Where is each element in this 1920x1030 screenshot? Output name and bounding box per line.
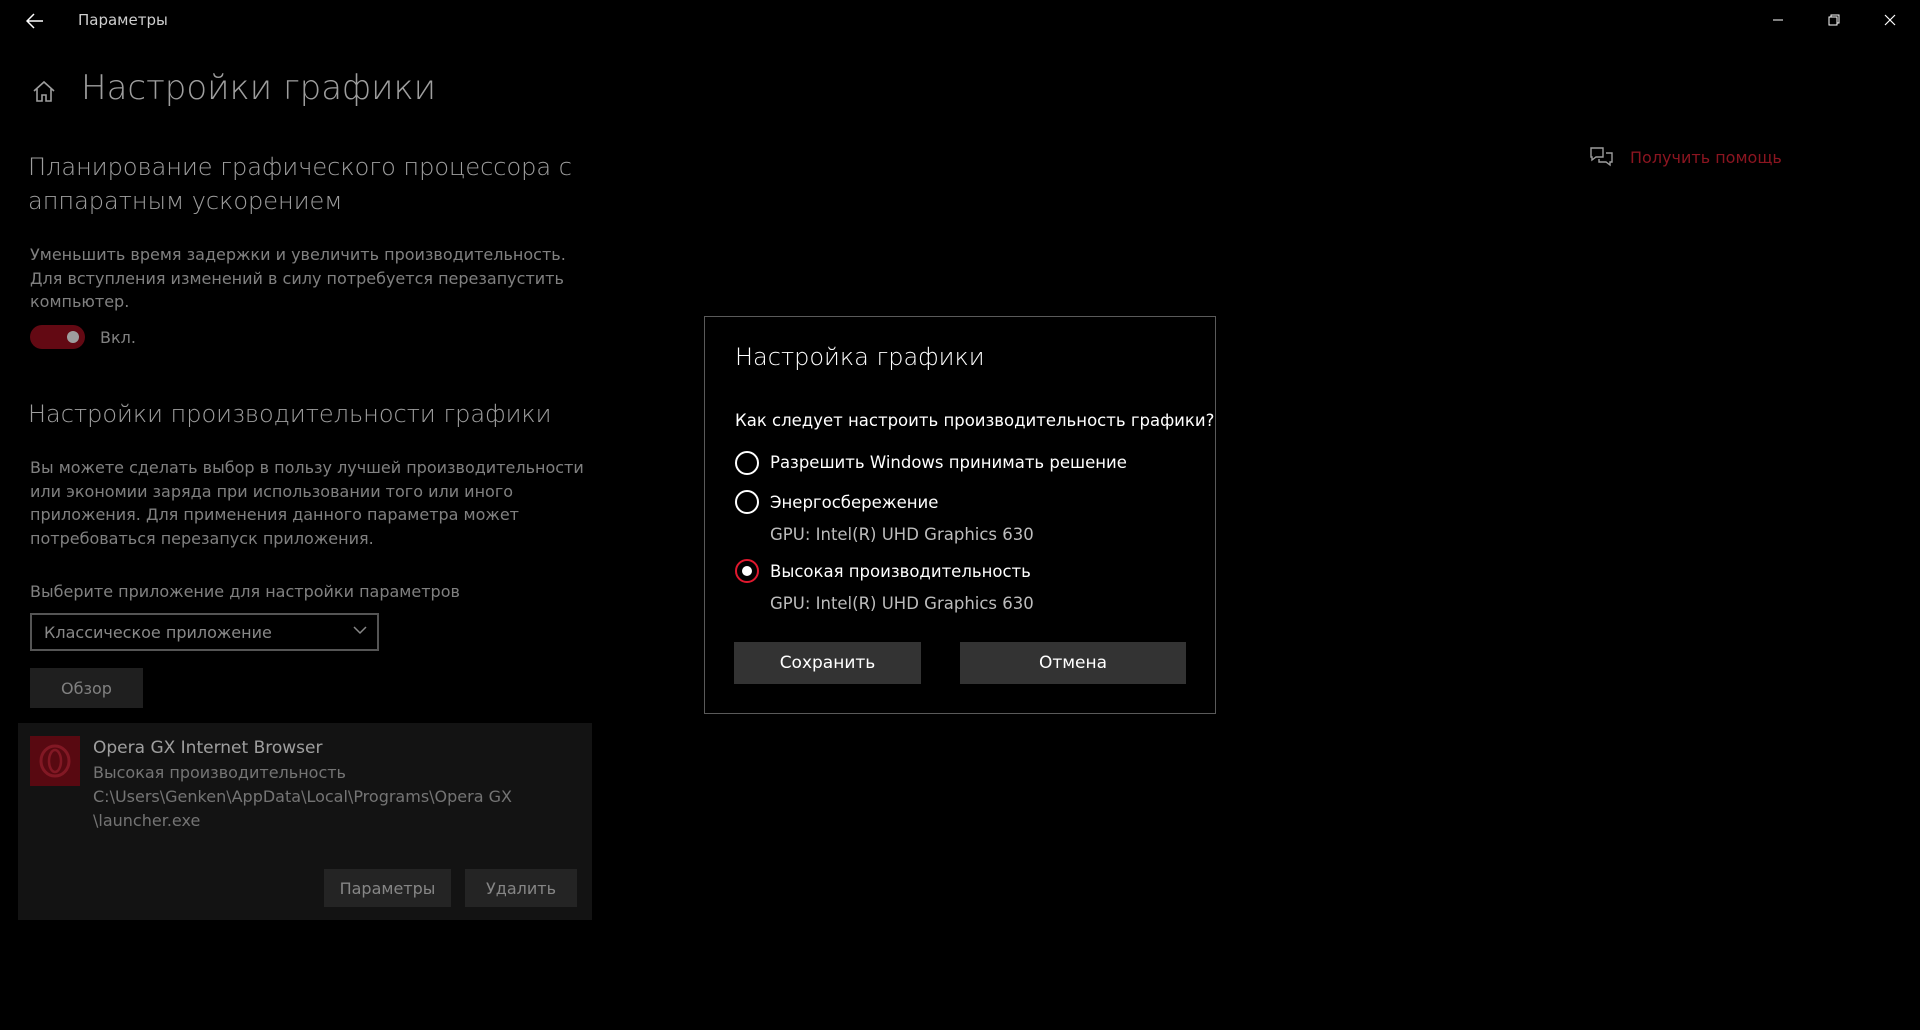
performance-title: Настройки производительности графики <box>28 400 552 428</box>
app-remove-button[interactable]: Удалить <box>465 869 577 907</box>
option-high-performance-label[interactable]: Высокая производительность <box>770 562 1031 581</box>
gpu-scheduling-title: Планирование графического процессора с а… <box>28 153 572 215</box>
radio-let-windows-decide[interactable] <box>735 451 759 475</box>
app-type-select-value: Классическое приложение <box>44 622 272 642</box>
toggle-state-label: Вкл. <box>100 328 136 347</box>
app-options-button[interactable]: Параметры <box>324 869 451 907</box>
app-type-select[interactable]: Классическое приложение <box>30 613 379 651</box>
app-path: C:\Users\Genken\AppData\Local\Programs\O… <box>93 787 512 806</box>
option-let-windows-decide-label[interactable]: Разрешить Windows принимать решение <box>770 453 1127 472</box>
home-icon <box>33 80 55 102</box>
dialog-question: Как следует настроить производительность… <box>735 411 1215 430</box>
radio-power-saving[interactable] <box>735 490 759 514</box>
app-name: Opera GX Internet Browser <box>93 738 323 758</box>
gpu-scheduling-toggle[interactable] <box>30 325 85 349</box>
chevron-down-icon <box>353 626 367 635</box>
save-button[interactable]: Сохранить <box>734 642 921 684</box>
cancel-button[interactable]: Отмена <box>960 642 1186 684</box>
radio-high-performance[interactable] <box>735 559 759 583</box>
performance-description: Вы можете сделать выбор в пользу лучшей … <box>30 458 584 548</box>
app-select-label: Выберите приложение для настройки параме… <box>30 582 460 601</box>
app-list-item[interactable]: Opera GX Internet Browser Высокая произв… <box>18 723 592 920</box>
toggle-knob <box>67 331 79 343</box>
page-title: Настройки графики <box>81 68 437 108</box>
dialog-title: Настройка графики <box>735 343 985 371</box>
app-preference: Высокая производительность <box>93 763 346 782</box>
home-button[interactable] <box>30 78 58 106</box>
get-help-link[interactable]: Получить помощь <box>1630 148 1782 167</box>
high-performance-gpu: GPU: Intel(R) UHD Graphics 630 <box>770 594 1034 613</box>
gpu-scheduling-description: Уменьшить время задержки и увеличить про… <box>30 245 566 311</box>
option-power-saving-label[interactable]: Энергосбережение <box>770 493 938 512</box>
graphics-preference-dialog: Настройка графики Как следует настроить … <box>704 316 1216 714</box>
help-icon <box>1588 146 1614 168</box>
app-path-continuation: \launcher.exe <box>93 811 201 830</box>
power-saving-gpu: GPU: Intel(R) UHD Graphics 630 <box>770 525 1034 544</box>
browse-button[interactable]: Обзор <box>30 668 143 708</box>
opera-gx-icon <box>30 736 80 786</box>
